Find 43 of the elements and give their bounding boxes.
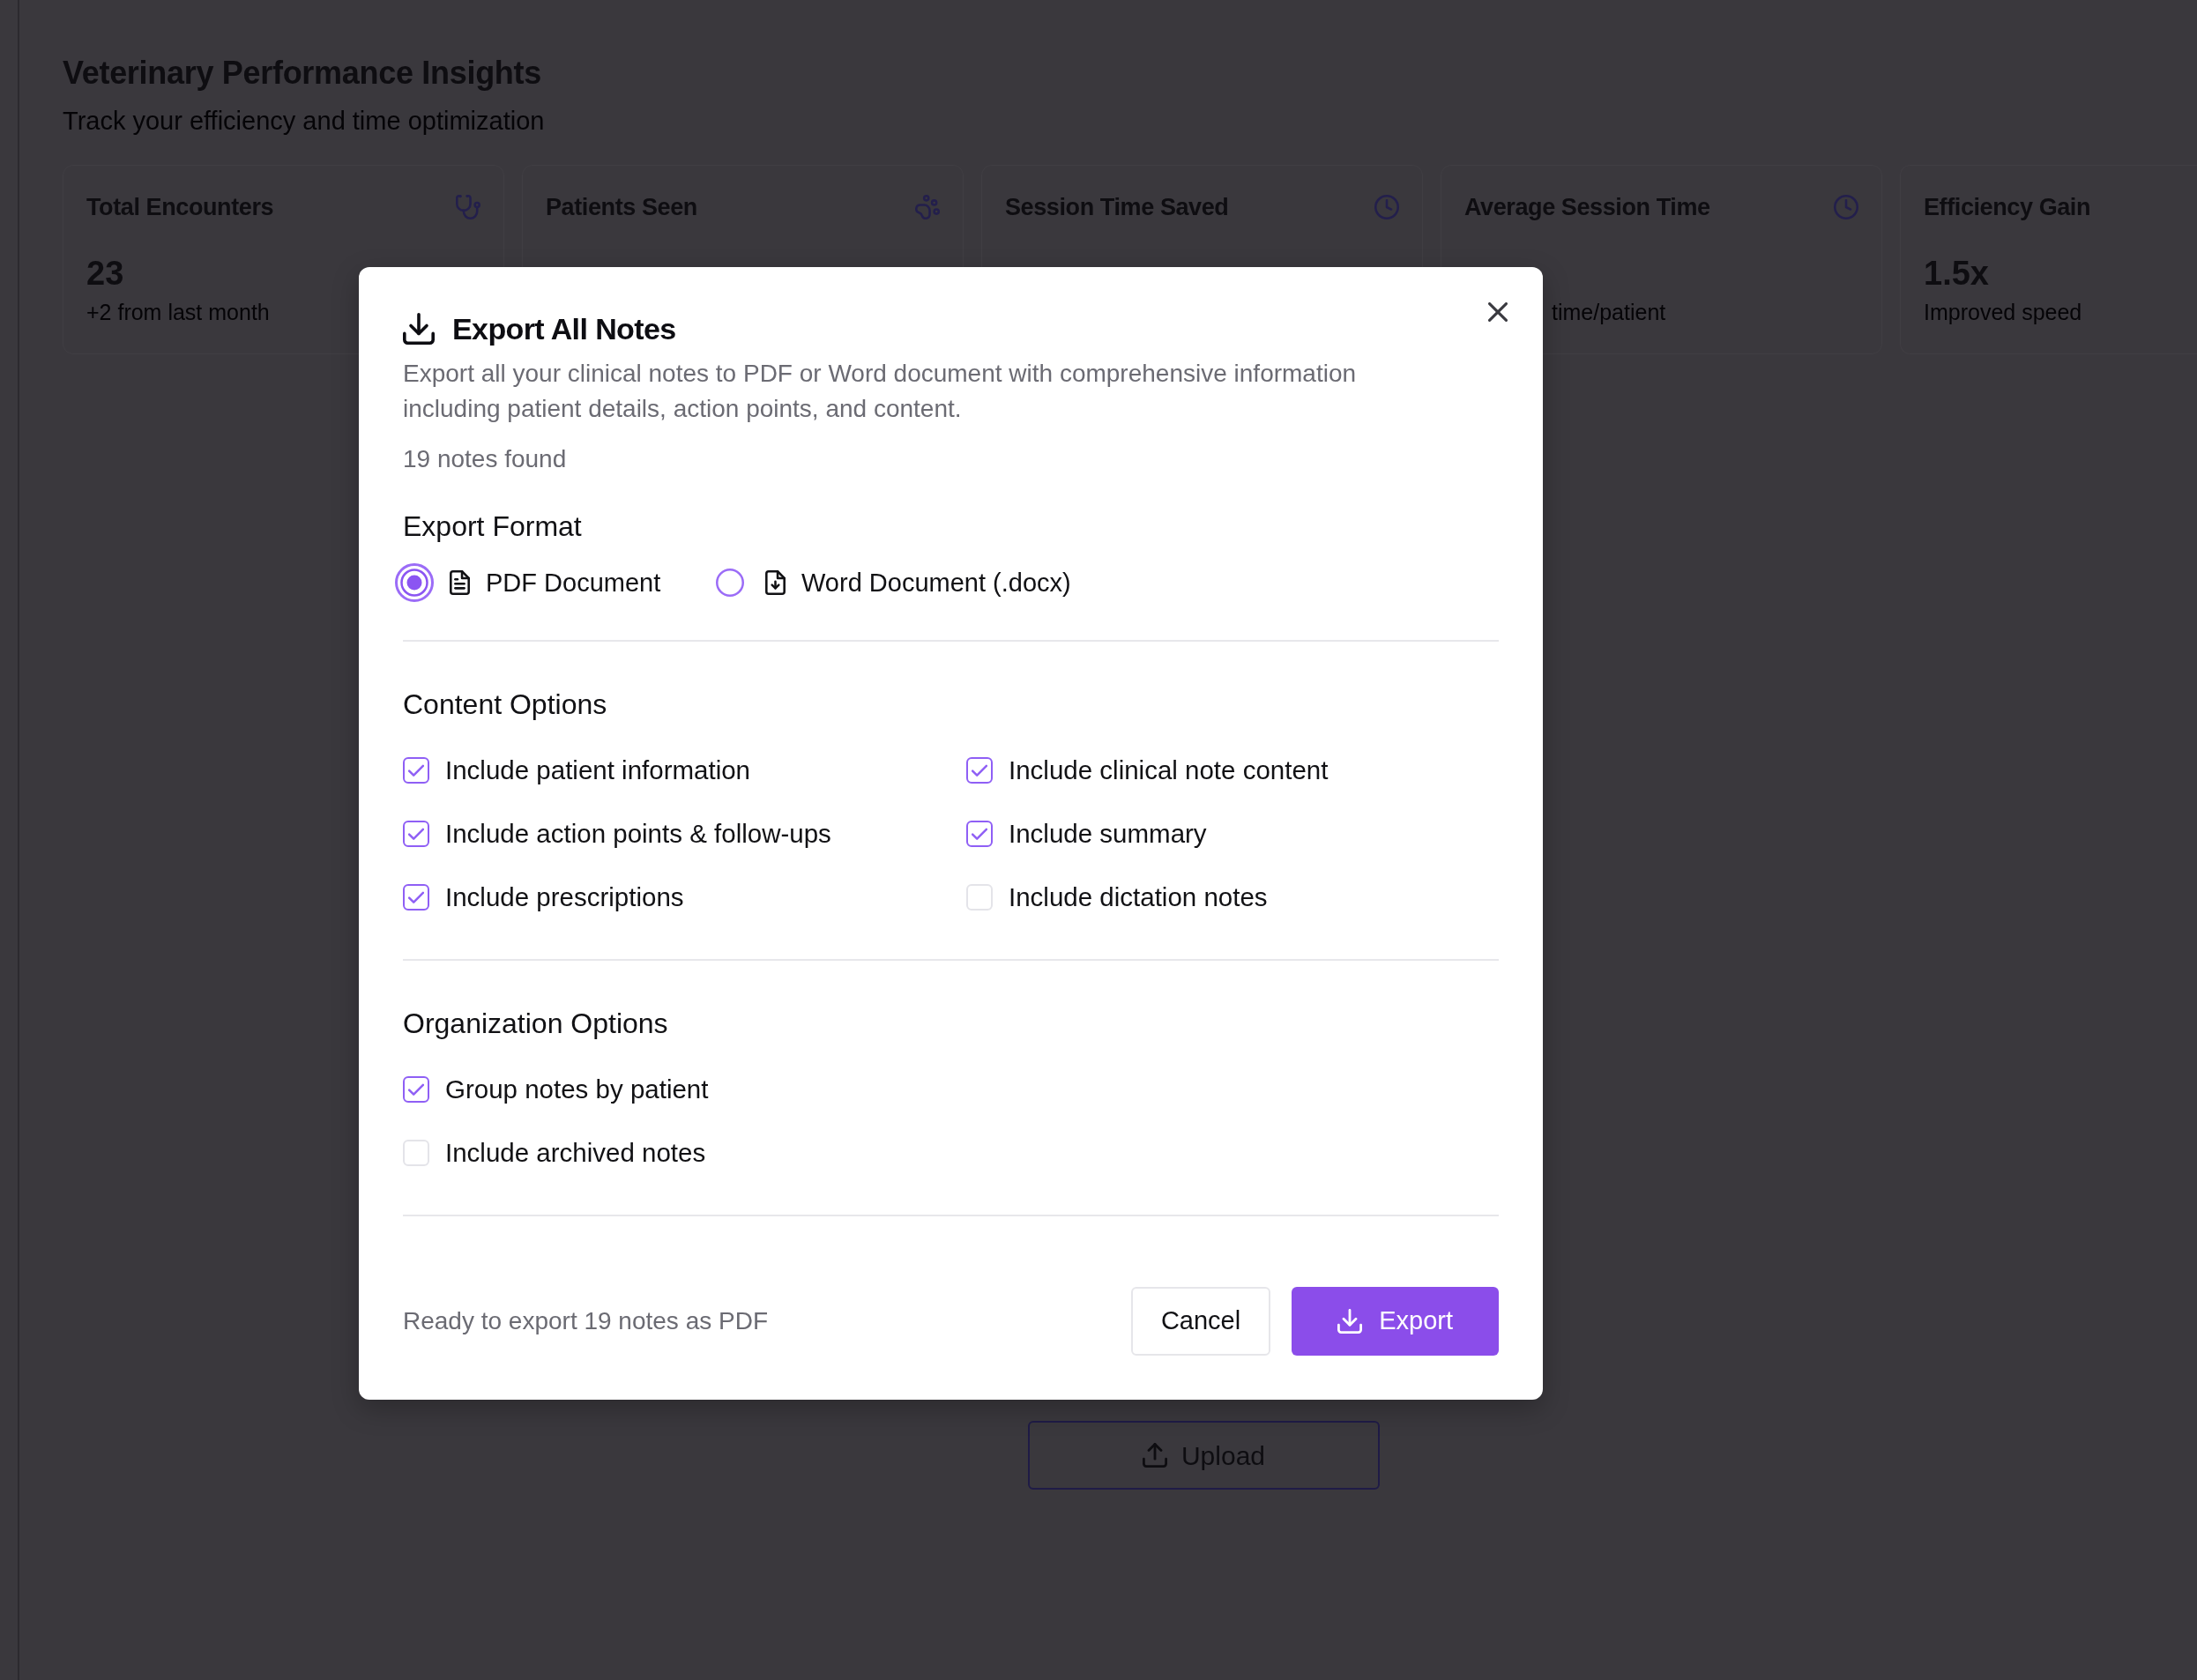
checkbox-option[interactable]: Include clinical note content bbox=[966, 753, 1329, 788]
radio-option[interactable]: Word Document (.docx) bbox=[711, 565, 1071, 600]
checkbox-option[interactable]: Include archived notes bbox=[403, 1135, 706, 1171]
checkmark-icon bbox=[408, 764, 424, 777]
export-status: Ready to export 19 notes as PDF bbox=[403, 1306, 768, 1336]
radio-button[interactable] bbox=[395, 563, 434, 602]
clock-icon bbox=[1374, 195, 1399, 219]
dialog-title: Export All Notes bbox=[452, 311, 676, 346]
checkbox-option[interactable]: Include summary bbox=[966, 816, 1207, 851]
checkmark-icon bbox=[408, 1083, 424, 1096]
checkbox[interactable] bbox=[403, 757, 429, 784]
checkbox[interactable] bbox=[403, 1076, 429, 1103]
checkmark-icon bbox=[972, 828, 987, 840]
checkbox-option[interactable]: Include patient information bbox=[403, 753, 751, 788]
clock-icon bbox=[1834, 195, 1858, 219]
download-icon bbox=[1337, 1309, 1363, 1334]
close-icon bbox=[1488, 302, 1508, 322]
upload-icon bbox=[1142, 1443, 1167, 1468]
checkbox[interactable] bbox=[966, 757, 993, 784]
checkmark-icon bbox=[408, 828, 424, 840]
radio-option[interactable]: PDF Document bbox=[395, 563, 711, 602]
section-heading: Export Format bbox=[403, 509, 582, 544]
checkmark-icon bbox=[408, 891, 424, 903]
paw-print-icon bbox=[915, 195, 940, 219]
checkbox[interactable] bbox=[966, 821, 993, 847]
stethoscope-icon bbox=[456, 195, 480, 219]
checkbox-option[interactable]: Group notes by patient bbox=[403, 1072, 709, 1107]
section-heading: Organization Options bbox=[403, 1007, 668, 1041]
radio-button[interactable] bbox=[716, 569, 744, 597]
export-button[interactable]: Export bbox=[1292, 1287, 1499, 1356]
document-icon bbox=[450, 570, 470, 595]
checkbox-option[interactable]: Include action points & follow-ups bbox=[403, 816, 831, 851]
checkbox[interactable] bbox=[403, 821, 429, 847]
download-icon bbox=[403, 313, 435, 345]
cancel-button[interactable]: Cancel bbox=[1130, 1287, 1271, 1356]
section-heading: Content Options bbox=[403, 688, 607, 722]
checkbox[interactable] bbox=[403, 884, 429, 911]
notes-count: 19 notes found bbox=[403, 444, 567, 474]
document-download-icon bbox=[765, 570, 786, 595]
checkmark-icon bbox=[972, 764, 987, 777]
dialog-description: Export all your clinical notes to PDF or Word document with comprehensive information including patient details, action points, and content. bbox=[403, 359, 1358, 424]
checkbox-option[interactable]: Include dictation notes bbox=[966, 880, 1268, 915]
checkbox-option[interactable]: Include prescriptions bbox=[403, 880, 684, 915]
